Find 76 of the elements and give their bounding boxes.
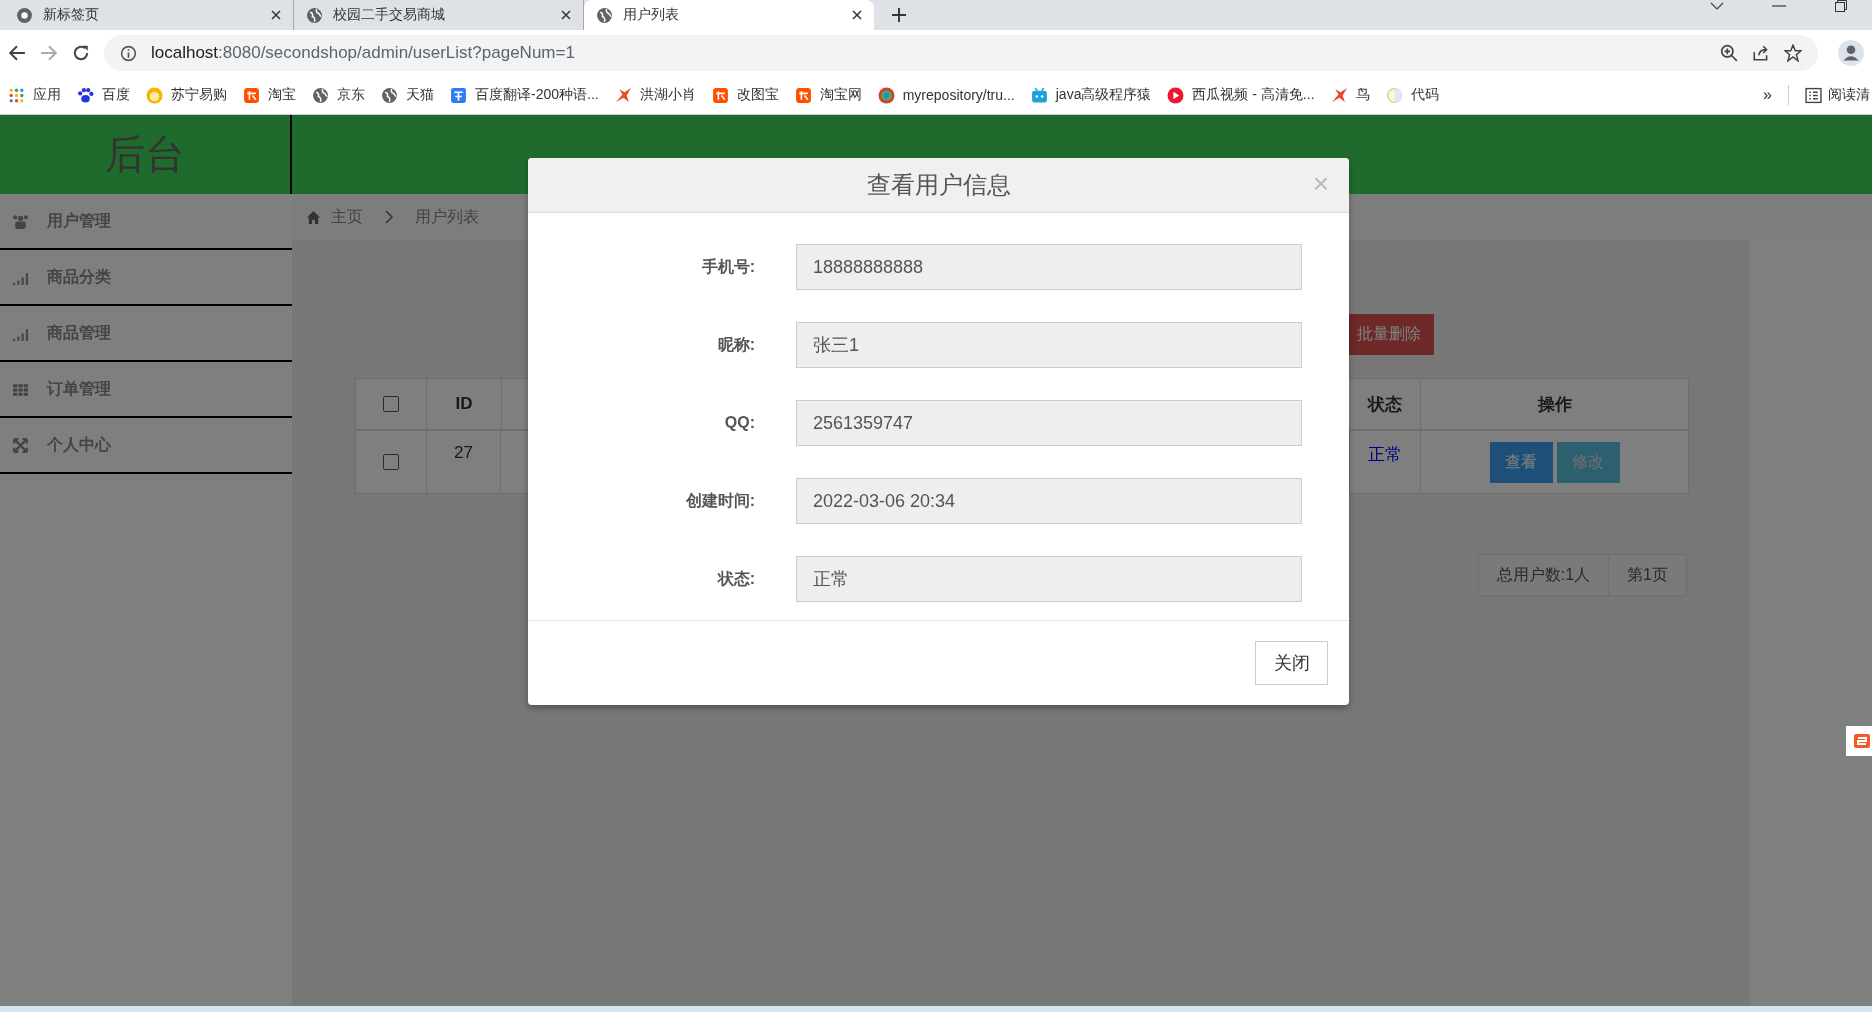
bookmark-link[interactable]: 天猫 bbox=[381, 86, 434, 104]
input-field[interactable]: 张三1 bbox=[796, 322, 1302, 368]
field-label: QQ: bbox=[723, 414, 755, 432]
globe-icon bbox=[596, 6, 613, 24]
field-label: 手机号: bbox=[700, 256, 755, 277]
field-label: 状态: bbox=[716, 568, 755, 589]
home-icon bbox=[306, 209, 321, 225]
column-header: ID bbox=[427, 379, 502, 429]
address-field[interactable]: localhost:8080/secondshop/admin/userList?pageNum=1 bbox=[104, 35, 1818, 71]
input-field[interactable]: 正常 bbox=[796, 556, 1302, 602]
bookmark-link[interactable]: 鸟 bbox=[1330, 86, 1370, 104]
square-icon bbox=[711, 86, 729, 104]
pagination-item: 第1页 bbox=[1609, 554, 1687, 596]
square-icon bbox=[243, 86, 260, 104]
browser-tab[interactable]: 用户列表 bbox=[584, 0, 874, 30]
list-icon bbox=[1805, 86, 1822, 104]
avatar-icon[interactable] bbox=[1838, 40, 1864, 66]
bookmark-link[interactable]: 洪湖小肖 bbox=[614, 86, 696, 104]
bookmark-link[interactable]: 代码 bbox=[1385, 86, 1439, 104]
input-field[interactable]: 2022-03-06 20:34 bbox=[796, 478, 1302, 524]
close-dialog-button[interactable]: 关闭 bbox=[1255, 641, 1328, 685]
face-icon bbox=[146, 86, 163, 104]
play-icon bbox=[1167, 86, 1185, 104]
bookmark-link[interactable]: 淘宝网 bbox=[794, 86, 862, 104]
users-icon bbox=[12, 212, 29, 230]
bookmark-link[interactable]: 西瓜视频 - 高清免... bbox=[1167, 86, 1315, 104]
expand-icon bbox=[12, 436, 29, 454]
star-icon[interactable] bbox=[1784, 44, 1802, 62]
table-cell: 27 bbox=[427, 431, 501, 493]
globe-icon bbox=[306, 6, 323, 24]
info-icon bbox=[120, 44, 137, 62]
zoom-icon[interactable] bbox=[1720, 44, 1738, 62]
widget-icon[interactable] bbox=[1846, 726, 1872, 756]
bookmark-link[interactable]: 苏宁易购 bbox=[146, 86, 227, 104]
chevron-down-icon[interactable] bbox=[1710, 0, 1724, 12]
pagination-item: 总用户数:1人 bbox=[1477, 554, 1610, 596]
field-label: 昵称: bbox=[716, 334, 755, 355]
status-link[interactable]: 正常 bbox=[1368, 443, 1402, 466]
square-icon bbox=[794, 86, 812, 104]
more-bookmarks-button[interactable]: » bbox=[1763, 86, 1772, 104]
circle-icon bbox=[1385, 86, 1403, 104]
input-field[interactable]: 2561359747 bbox=[796, 400, 1302, 446]
bookmark-link[interactable]: 改图宝 bbox=[711, 86, 779, 104]
ring-icon bbox=[16, 6, 33, 24]
grid-icon bbox=[8, 86, 25, 104]
share-icon[interactable] bbox=[1752, 44, 1770, 62]
restore-icon[interactable] bbox=[1834, 0, 1848, 12]
square-icon bbox=[450, 86, 467, 104]
input-field[interactable]: 18888888888 bbox=[796, 244, 1302, 290]
globe-icon bbox=[381, 86, 398, 104]
globe-icon bbox=[312, 86, 329, 104]
reading-list-button[interactable]: 阅读清 bbox=[1805, 86, 1870, 104]
bookmark-link[interactable]: 淘宝 bbox=[243, 86, 296, 104]
bookmark-link[interactable]: 百度 bbox=[77, 86, 130, 104]
new-tab-icon[interactable] bbox=[892, 8, 906, 22]
dialog-title: 查看用户信息 bbox=[866, 170, 1011, 200]
close-icon[interactable] bbox=[561, 10, 571, 20]
bookmark-link[interactable]: myrepository/tru... bbox=[877, 86, 1015, 104]
checkbox[interactable] bbox=[383, 454, 399, 470]
close-icon[interactable] bbox=[271, 10, 281, 20]
bookmark-link[interactable]: 京东 bbox=[312, 86, 365, 104]
chevron-right-icon bbox=[385, 210, 393, 224]
field-label: 创建时间: bbox=[684, 490, 755, 511]
column-header: 操作 bbox=[1536, 393, 1573, 416]
bookmark-link[interactable]: java高级程序猿 bbox=[1030, 86, 1152, 104]
breadcrumb-current: 用户列表 bbox=[415, 206, 479, 227]
bookmark-link[interactable]: 百度翻译-200种语... bbox=[450, 86, 599, 104]
circle-icon bbox=[877, 86, 895, 104]
site-logo: 后台 bbox=[105, 131, 185, 178]
reload-icon[interactable] bbox=[72, 44, 90, 62]
checkbox[interactable] bbox=[383, 396, 399, 412]
tv-icon bbox=[1030, 86, 1048, 104]
bookmark-link[interactable]: 应用 bbox=[8, 86, 61, 104]
back-icon[interactable] bbox=[8, 44, 26, 62]
paw-icon bbox=[77, 86, 94, 104]
close-icon[interactable] bbox=[852, 10, 862, 20]
